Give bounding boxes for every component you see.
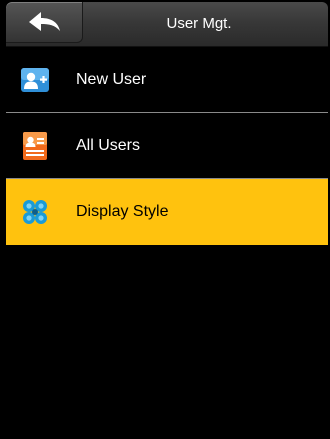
menu-item-label: New User xyxy=(76,71,147,88)
page-title: User Mgt. xyxy=(166,15,232,32)
back-button[interactable] xyxy=(6,2,83,43)
display-style-icon xyxy=(20,197,50,227)
menu-item-all-users[interactable]: All Users xyxy=(6,113,328,179)
back-arrow-icon xyxy=(27,11,61,33)
header-bar: User Mgt. xyxy=(6,2,328,47)
new-user-icon xyxy=(20,65,50,95)
device-screen: User Mgt. New User All Users Display Sty… xyxy=(6,2,328,439)
menu-item-new-user[interactable]: New User xyxy=(6,47,328,113)
menu-list: New User All Users Display Style xyxy=(6,47,328,245)
user-list-icon xyxy=(20,131,50,161)
menu-item-label: All Users xyxy=(76,137,141,154)
menu-item-display-style[interactable]: Display Style xyxy=(6,179,328,245)
menu-item-label: Display Style xyxy=(76,203,169,220)
